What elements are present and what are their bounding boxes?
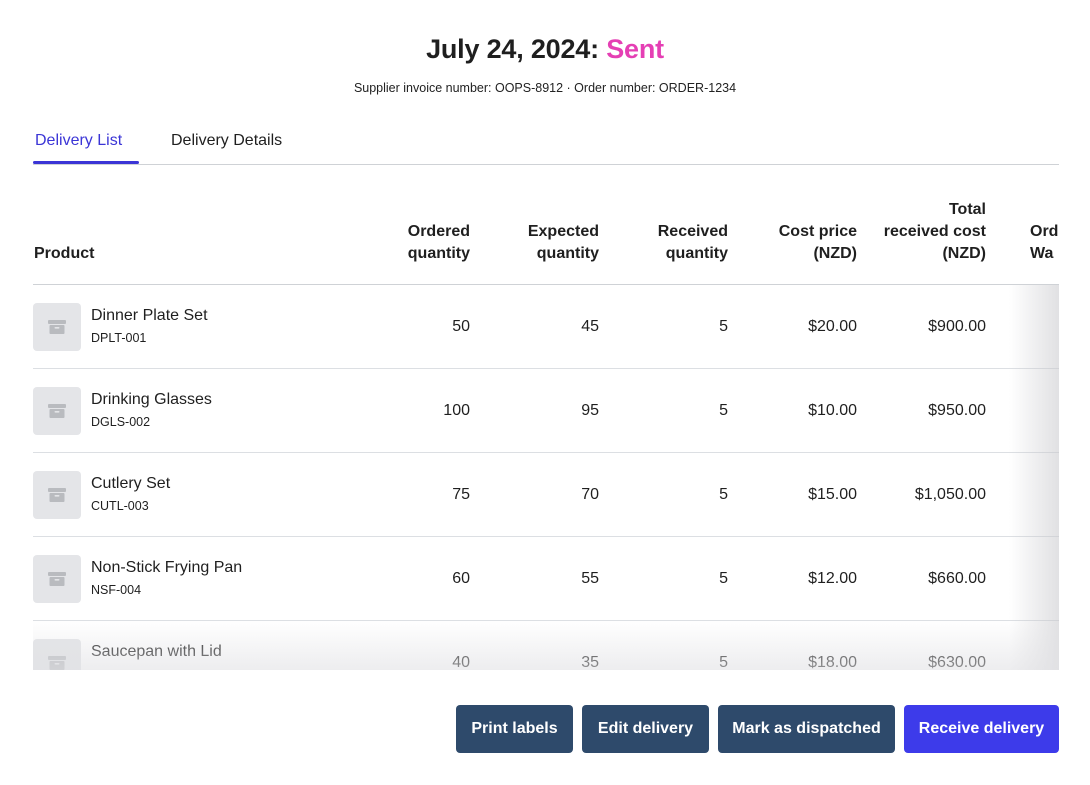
ordered-quantity: 60 [452, 570, 470, 587]
status-label: Sent [606, 34, 664, 64]
edit-delivery-button[interactable]: Edit delivery [582, 705, 709, 753]
table-row[interactable]: Cutlery Set CUTL-003 75 70 5 $15.00 $1,0… [33, 453, 1059, 537]
product-name[interactable]: Drinking Glasses [91, 391, 212, 409]
table-row[interactable]: Drinking Glasses DGLS-002 100 95 5 $10.0… [33, 369, 1059, 453]
column-header-expected-quantity[interactable]: Expected quantity [528, 221, 599, 265]
ordered-quantity: 40 [452, 654, 470, 670]
archive-box-icon [48, 488, 66, 502]
page-title: July 24, 2024: Sent [0, 34, 1090, 65]
product-sku: DPLT-001 [91, 331, 147, 345]
product-name[interactable]: Cutlery Set [91, 475, 170, 493]
cost-price: $12.00 [808, 570, 857, 587]
archive-box-icon [48, 656, 66, 670]
received-quantity: 5 [719, 654, 728, 670]
cost-price: $10.00 [808, 402, 857, 419]
ordered-quantity: 75 [452, 486, 470, 503]
received-quantity: 5 [719, 402, 728, 419]
tab-bar: Delivery List Delivery Details [33, 128, 1059, 165]
column-header-received-quantity[interactable]: Received quantity [658, 221, 728, 265]
product-thumbnail [33, 555, 81, 603]
product-name[interactable]: Saucepan with Lid [91, 643, 222, 661]
expected-quantity: 95 [581, 402, 599, 419]
product-thumbnail [33, 387, 81, 435]
archive-box-icon [48, 320, 66, 334]
product-thumbnail [33, 639, 81, 670]
column-header-total-received-cost[interactable]: Total received cost (NZD) [884, 199, 986, 265]
column-header-cost-price[interactable]: Cost price (NZD) [779, 221, 857, 265]
tab-delivery-list[interactable]: Delivery List [35, 132, 122, 150]
received-quantity: 5 [719, 486, 728, 503]
expected-quantity: 55 [581, 570, 599, 587]
column-header-product[interactable]: Product [34, 243, 94, 265]
tab-delivery-details[interactable]: Delivery Details [171, 132, 282, 150]
ordered-quantity: 50 [452, 318, 470, 335]
product-thumbnail [33, 303, 81, 351]
product-sku: DGLS-002 [91, 415, 151, 429]
product-sku: CUTL-003 [91, 499, 149, 513]
total-received-cost: $630.00 [928, 654, 986, 670]
product-name[interactable]: Dinner Plate Set [91, 307, 208, 325]
total-received-cost: $900.00 [928, 318, 986, 335]
receive-delivery-button[interactable]: Receive delivery [904, 705, 1059, 753]
total-received-cost: $660.00 [928, 570, 986, 587]
total-received-cost: $1,050.00 [914, 486, 986, 503]
cost-price: $18.00 [808, 654, 857, 670]
expected-quantity: 35 [581, 654, 599, 670]
cost-price: $15.00 [808, 486, 857, 503]
cost-price: $20.00 [808, 318, 857, 335]
table-row[interactable]: Saucepan with Lid 40 35 5 $18.00 $630.00 [33, 621, 1059, 670]
table-row[interactable]: Non-Stick Frying Pan NSF-004 60 55 5 $12… [33, 537, 1059, 621]
column-header-ordered-warehouse[interactable]: Ord Wa [1030, 221, 1058, 265]
expected-quantity: 70 [581, 486, 599, 503]
archive-box-icon [48, 572, 66, 586]
total-received-cost: $950.00 [928, 402, 986, 419]
mark-as-dispatched-button[interactable]: Mark as dispatched [718, 705, 895, 753]
received-quantity: 5 [719, 318, 728, 335]
order-reference-text: Supplier invoice number: OOPS-8912 · Ord… [353, 81, 737, 95]
product-name[interactable]: Non-Stick Frying Pan [91, 559, 242, 577]
received-quantity: 5 [719, 570, 728, 587]
column-header-ordered-quantity[interactable]: Ordered quantity [408, 221, 470, 265]
ordered-quantity: 100 [443, 402, 470, 419]
product-sku: NSF-004 [91, 583, 142, 597]
table-header: Product Ordered quantity Expected quanti… [33, 165, 1059, 285]
product-thumbnail [33, 471, 81, 519]
delivery-table[interactable]: Product Ordered quantity Expected quanti… [33, 165, 1059, 670]
active-tab-indicator [33, 161, 139, 164]
expected-quantity: 45 [581, 318, 599, 335]
print-labels-button[interactable]: Print labels [456, 705, 573, 753]
delivery-date: July 24, 2024: [426, 34, 599, 64]
archive-box-icon [48, 404, 66, 418]
page-header: July 24, 2024: Sent Supplier invoice num… [0, 34, 1090, 95]
table-row[interactable]: Dinner Plate Set DPLT-001 50 45 5 $20.00… [33, 285, 1059, 369]
